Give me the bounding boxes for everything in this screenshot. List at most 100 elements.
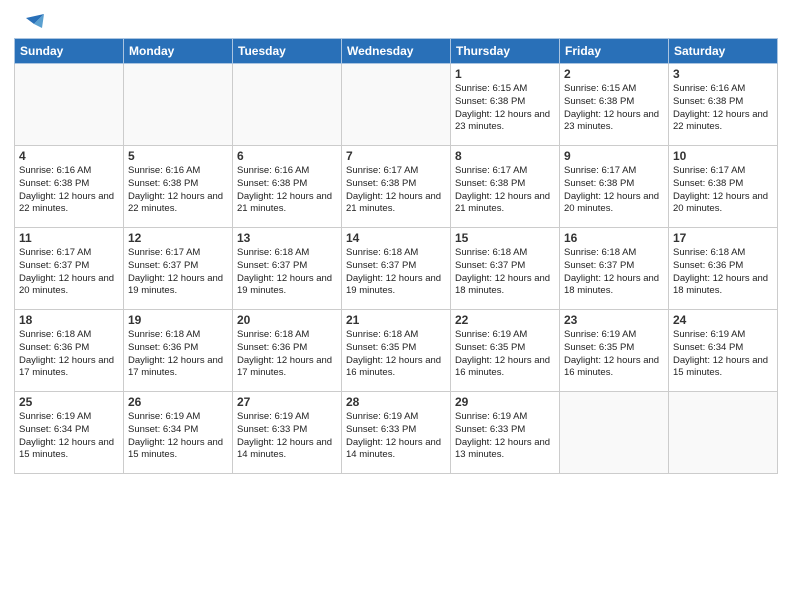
day-number: 22 xyxy=(455,313,555,327)
day-info: Sunrise: 6:18 AM Sunset: 6:37 PM Dayligh… xyxy=(346,247,446,298)
calendar-table: SundayMondayTuesdayWednesdayThursdayFrid… xyxy=(14,38,778,474)
day-info: Sunrise: 6:19 AM Sunset: 6:33 PM Dayligh… xyxy=(455,411,555,462)
day-cell: 10Sunrise: 6:17 AM Sunset: 6:38 PM Dayli… xyxy=(669,146,778,228)
day-cell: 7 Sunrise: 6:17 AM Sunset: 6:38 PM Daylig… xyxy=(342,146,451,228)
day-cell xyxy=(124,64,233,146)
day-number: 11 xyxy=(19,231,119,245)
header-day-thursday: Thursday xyxy=(451,39,560,64)
day-info: Sunrise: 6:18 AM Sunset: 6:37 PM Dayligh… xyxy=(455,247,555,298)
day-number: 19 xyxy=(128,313,228,327)
day-cell: 25 Sunrise: 6:19 AM Sunset: 6:34 PM Dayli… xyxy=(15,392,124,474)
day-info: Sunrise: 6:18 AM Sunset: 6:37 PM Dayligh… xyxy=(237,247,337,298)
day-number: 18 xyxy=(19,313,119,327)
day-number: 9 xyxy=(564,149,664,163)
day-number: 25 xyxy=(19,395,119,409)
day-info: Sunrise: 6:17 AM Sunset: 6:37 PM Dayligh… xyxy=(128,247,228,298)
day-cell: 3 Sunrise: 6:16 AM Sunset: 6:38 PM Daylig… xyxy=(669,64,778,146)
day-info: Sunrise: 6:18 AM Sunset: 6:36 PM Dayligh… xyxy=(128,329,228,380)
day-cell: 23 Sunrise: 6:19 AM Sunset: 6:35 PM Dayli… xyxy=(560,310,669,392)
day-info: Sunrise: 6:19 AM Sunset: 6:34 PM Dayligh… xyxy=(19,411,119,462)
day-info: Sunrise: 6:19 AM Sunset: 6:35 PM Dayligh… xyxy=(564,329,664,380)
header-day-saturday: Saturday xyxy=(669,39,778,64)
day-info: Sunrise: 6:19 AM Sunset: 6:34 PM Dayligh… xyxy=(128,411,228,462)
day-cell: 19 Sunrise: 6:18 AM Sunset: 6:36 PM Dayli… xyxy=(124,310,233,392)
day-cell xyxy=(233,64,342,146)
day-info: Sunrise: 6:18 AM Sunset: 6:36 PM Dayligh… xyxy=(19,329,119,380)
day-cell: 24 Sunrise: 6:19 AM Sunset: 6:34 PM Dayli… xyxy=(669,310,778,392)
day-cell: 21Sunrise: 6:18 AM Sunset: 6:35 PM Dayli… xyxy=(342,310,451,392)
day-number: 7 xyxy=(346,149,446,163)
day-number: 29 xyxy=(455,395,555,409)
header-day-friday: Friday xyxy=(560,39,669,64)
day-cell: 2Sunrise: 6:15 AM Sunset: 6:38 PM Daylig… xyxy=(560,64,669,146)
day-cell: 11 Sunrise: 6:17 AM Sunset: 6:37 PM Dayli… xyxy=(15,228,124,310)
day-cell xyxy=(15,64,124,146)
day-number: 23 xyxy=(564,313,664,327)
day-cell: 8Sunrise: 6:17 AM Sunset: 6:38 PM Daylig… xyxy=(451,146,560,228)
day-info: Sunrise: 6:16 AM Sunset: 6:38 PM Dayligh… xyxy=(19,165,119,216)
day-number: 8 xyxy=(455,149,555,163)
day-cell: 15 Sunrise: 6:18 AM Sunset: 6:37 PM Dayli… xyxy=(451,228,560,310)
day-number: 26 xyxy=(128,395,228,409)
day-cell: 12 Sunrise: 6:17 AM Sunset: 6:37 PM Dayli… xyxy=(124,228,233,310)
day-number: 14 xyxy=(346,231,446,245)
day-info: Sunrise: 6:17 AM Sunset: 6:38 PM Dayligh… xyxy=(673,165,773,216)
header xyxy=(14,10,778,32)
day-info: Sunrise: 6:15 AM Sunset: 6:38 PM Dayligh… xyxy=(455,83,555,134)
day-number: 20 xyxy=(237,313,337,327)
day-number: 28 xyxy=(346,395,446,409)
day-cell: 29 Sunrise: 6:19 AM Sunset: 6:33 PM Dayli… xyxy=(451,392,560,474)
day-cell: 26 Sunrise: 6:19 AM Sunset: 6:34 PM Dayli… xyxy=(124,392,233,474)
day-info: Sunrise: 6:16 AM Sunset: 6:38 PM Dayligh… xyxy=(237,165,337,216)
week-row-0: 1 Sunrise: 6:15 AM Sunset: 6:38 PM Daylig… xyxy=(15,64,778,146)
page: SundayMondayTuesdayWednesdayThursdayFrid… xyxy=(0,0,792,612)
day-number: 24 xyxy=(673,313,773,327)
day-number: 5 xyxy=(128,149,228,163)
day-number: 17 xyxy=(673,231,773,245)
day-number: 13 xyxy=(237,231,337,245)
day-number: 1 xyxy=(455,67,555,81)
day-cell: 9 Sunrise: 6:17 AM Sunset: 6:38 PM Daylig… xyxy=(560,146,669,228)
day-info: Sunrise: 6:19 AM Sunset: 6:35 PM Dayligh… xyxy=(455,329,555,380)
day-cell: 17 Sunrise: 6:18 AM Sunset: 6:36 PM Dayli… xyxy=(669,228,778,310)
day-info: Sunrise: 6:17 AM Sunset: 6:38 PM Dayligh… xyxy=(346,165,446,216)
day-info: Sunrise: 6:19 AM Sunset: 6:34 PM Dayligh… xyxy=(673,329,773,380)
day-info: Sunrise: 6:17 AM Sunset: 6:38 PM Dayligh… xyxy=(564,165,664,216)
day-cell xyxy=(560,392,669,474)
header-day-wednesday: Wednesday xyxy=(342,39,451,64)
day-cell: 1 Sunrise: 6:15 AM Sunset: 6:38 PM Daylig… xyxy=(451,64,560,146)
calendar-body: 1 Sunrise: 6:15 AM Sunset: 6:38 PM Daylig… xyxy=(15,64,778,474)
day-cell: 20 Sunrise: 6:18 AM Sunset: 6:36 PM Dayli… xyxy=(233,310,342,392)
week-row-3: 18 Sunrise: 6:18 AM Sunset: 6:36 PM Dayli… xyxy=(15,310,778,392)
day-cell: 22 Sunrise: 6:19 AM Sunset: 6:35 PM Dayli… xyxy=(451,310,560,392)
week-row-1: 4 Sunrise: 6:16 AM Sunset: 6:38 PM Daylig… xyxy=(15,146,778,228)
day-cell: 16Sunrise: 6:18 AM Sunset: 6:37 PM Dayli… xyxy=(560,228,669,310)
header-day-tuesday: Tuesday xyxy=(233,39,342,64)
logo xyxy=(14,14,44,32)
day-number: 27 xyxy=(237,395,337,409)
day-info: Sunrise: 6:19 AM Sunset: 6:33 PM Dayligh… xyxy=(346,411,446,462)
day-cell: 27 Sunrise: 6:19 AM Sunset: 6:33 PM Dayli… xyxy=(233,392,342,474)
header-day-monday: Monday xyxy=(124,39,233,64)
day-cell: 18 Sunrise: 6:18 AM Sunset: 6:36 PM Dayli… xyxy=(15,310,124,392)
day-number: 2 xyxy=(564,67,664,81)
day-number: 15 xyxy=(455,231,555,245)
day-number: 21 xyxy=(346,313,446,327)
day-cell xyxy=(669,392,778,474)
day-info: Sunrise: 6:16 AM Sunset: 6:38 PM Dayligh… xyxy=(128,165,228,216)
logo-bird-icon xyxy=(16,14,44,36)
day-info: Sunrise: 6:16 AM Sunset: 6:38 PM Dayligh… xyxy=(673,83,773,134)
day-cell: 14 Sunrise: 6:18 AM Sunset: 6:37 PM Dayli… xyxy=(342,228,451,310)
day-cell: 28 Sunrise: 6:19 AM Sunset: 6:33 PM Dayli… xyxy=(342,392,451,474)
day-cell: 6Sunrise: 6:16 AM Sunset: 6:38 PM Daylig… xyxy=(233,146,342,228)
day-number: 3 xyxy=(673,67,773,81)
day-info: Sunrise: 6:18 AM Sunset: 6:36 PM Dayligh… xyxy=(237,329,337,380)
day-info: Sunrise: 6:18 AM Sunset: 6:36 PM Dayligh… xyxy=(673,247,773,298)
day-number: 4 xyxy=(19,149,119,163)
day-cell xyxy=(342,64,451,146)
header-row: SundayMondayTuesdayWednesdayThursdayFrid… xyxy=(15,39,778,64)
day-number: 12 xyxy=(128,231,228,245)
day-info: Sunrise: 6:17 AM Sunset: 6:37 PM Dayligh… xyxy=(19,247,119,298)
day-info: Sunrise: 6:19 AM Sunset: 6:33 PM Dayligh… xyxy=(237,411,337,462)
day-cell: 4 Sunrise: 6:16 AM Sunset: 6:38 PM Daylig… xyxy=(15,146,124,228)
